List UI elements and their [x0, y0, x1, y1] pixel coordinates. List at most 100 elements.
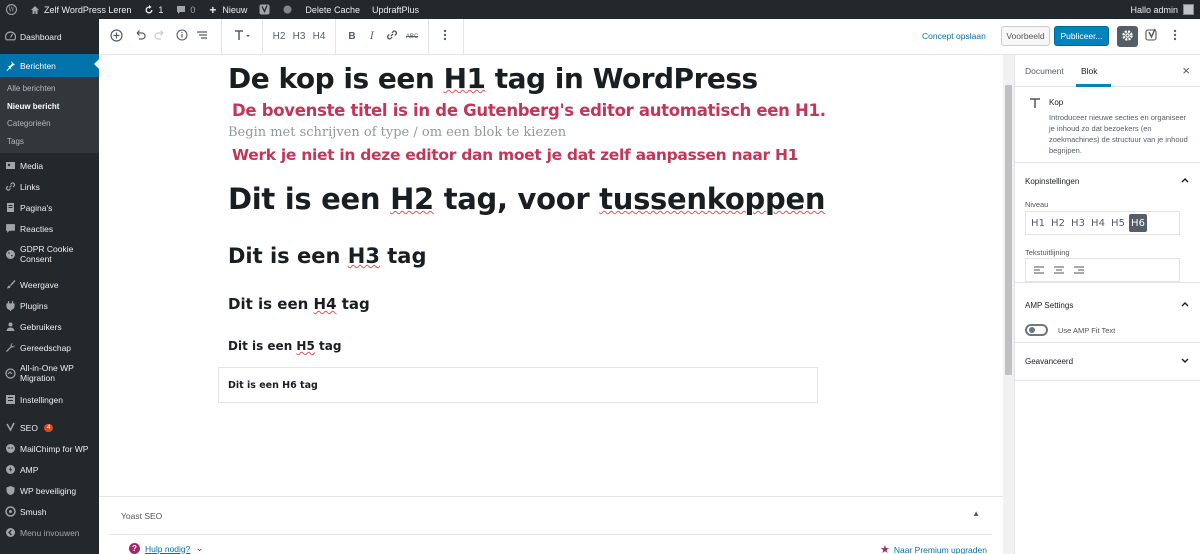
submenu-alle-berichten[interactable]: Alle berichten — [0, 80, 99, 98]
close-icon[interactable]: × — [1182, 63, 1190, 78]
menu-plugins[interactable]: Plugins — [0, 295, 99, 316]
premium-link[interactable]: ★ Naar Premium upgraden — [880, 543, 987, 554]
settings-button[interactable] — [1117, 26, 1138, 47]
post-title[interactable]: De kop is een H1 tag in WordPress — [228, 62, 758, 95]
menu-reacties[interactable]: Reacties — [0, 218, 99, 239]
tab-blok[interactable]: Blok — [1081, 66, 1098, 76]
level-h3-button[interactable]: H3 — [1069, 214, 1087, 232]
add-block-button[interactable] — [106, 25, 126, 49]
menu-label: Reacties — [20, 223, 54, 234]
submenu-categorieen[interactable]: Categorieën — [0, 115, 99, 133]
info-button[interactable] — [172, 25, 192, 49]
menu-paginas[interactable]: Pagina's — [0, 197, 99, 218]
submenu-nieuw-bericht[interactable]: Nieuw bericht — [0, 98, 99, 116]
publish-button[interactable]: Publiceer... — [1054, 26, 1109, 46]
h5-text-mark: H5 — [296, 339, 315, 353]
submenu-tags[interactable]: Tags — [0, 133, 99, 151]
status-dot[interactable] — [276, 0, 299, 19]
level-h2-button[interactable]: H2 — [1049, 214, 1067, 232]
level-h4-button[interactable]: H4 — [1089, 214, 1107, 232]
menu-dashboard[interactable]: Dashboard — [0, 26, 99, 47]
wp-logo-button[interactable]: W — [0, 0, 23, 19]
preview-button[interactable]: Voorbeeld — [1001, 26, 1050, 46]
menu-gdpr[interactable]: GDPR Cookie Consent — [0, 239, 99, 269]
menu-berichten[interactable]: Berichten — [0, 54, 99, 77]
menu-label: Instellingen — [20, 394, 64, 405]
comments-link[interactable]: 0 — [169, 0, 201, 19]
menu-mailchimp[interactable]: MailChimp for WP — [0, 438, 99, 459]
text-align-picker — [1025, 258, 1180, 282]
heading-h6[interactable]: Dit is een H6 tag — [228, 380, 318, 391]
menu-links[interactable]: Links — [0, 176, 99, 197]
new-content-link[interactable]: + Nieuw — [201, 0, 253, 19]
menu-weergave[interactable]: Weergave — [0, 274, 99, 295]
level-h1-button[interactable]: H1 — [1029, 214, 1047, 232]
menu-smush[interactable]: Smush — [0, 501, 99, 522]
wordpress-icon: W — [6, 4, 17, 15]
more-menu-button[interactable] — [1168, 26, 1182, 46]
heading-h5[interactable]: Dit is een H5 tag — [228, 339, 341, 353]
collapse-icon — [4, 527, 16, 539]
menu-collapse[interactable]: Menu invouwen — [0, 522, 99, 543]
updates-link[interactable]: 1 — [137, 0, 169, 19]
caret-up-icon: ▲ — [972, 509, 980, 518]
amp-fit-text-toggle[interactable] — [1025, 324, 1048, 336]
advanced-section: Geavanceerd — [1015, 343, 1200, 381]
heading-h4[interactable]: Dit is een H4 tag — [228, 295, 370, 313]
menu-all-in-one[interactable]: All-in-One WP Migration — [0, 358, 99, 388]
heading-h3[interactable]: Dit is een H3 tag — [228, 244, 427, 268]
site-name-link[interactable]: Zelf WordPress Leren — [23, 0, 137, 19]
level-h6-button[interactable]: H6 — [1129, 214, 1147, 232]
kopinstellingen-header[interactable]: Kopinstellingen — [1015, 163, 1200, 201]
redo-button[interactable] — [150, 25, 170, 49]
uitlijning-label: Tekstuitlijning — [1025, 248, 1070, 257]
menu-media[interactable]: Media — [0, 155, 99, 176]
yoast-metabox-header[interactable]: Yoast SEO ▲ — [109, 497, 992, 535]
toolbar-divider — [262, 18, 263, 55]
tab-document[interactable]: Document — [1025, 66, 1064, 76]
align-center-icon[interactable] — [1051, 262, 1067, 278]
menu-label: Weergave — [20, 279, 59, 290]
heading-h2[interactable]: Dit is een H2 tag, voor tussenkoppen — [228, 182, 825, 216]
menu-wp-beveiliging[interactable]: WP beveiliging — [0, 480, 99, 501]
menu-instellingen[interactable]: Instellingen — [0, 389, 99, 410]
undo-button[interactable] — [130, 25, 150, 49]
toolbar-divider — [428, 18, 429, 55]
scrollbar-thumb[interactable] — [1005, 85, 1012, 375]
align-left-icon[interactable] — [1031, 262, 1047, 278]
menu-amp[interactable]: AMP — [0, 459, 99, 480]
strikethrough-button[interactable]: ABC — [402, 25, 422, 49]
editor-scrollbar[interactable] — [1003, 55, 1014, 554]
menu-gebruikers[interactable]: Gebruikers — [0, 316, 99, 337]
block-type-button[interactable] — [230, 25, 256, 49]
help-link[interactable]: ? Hulp nodig? ⌄ — [129, 543, 204, 554]
heading-level-3-button[interactable]: H3 — [289, 25, 309, 49]
chevron-down-icon: ⌄ — [195, 543, 204, 554]
heading-level-4-button[interactable]: H4 — [309, 25, 329, 49]
yoast-toolbar-button[interactable] — [1143, 26, 1161, 46]
shield-icon — [4, 485, 16, 497]
link-button[interactable] — [382, 25, 402, 49]
save-draft-button[interactable]: Concept opslaan — [922, 31, 986, 41]
redo-icon — [154, 29, 166, 44]
menu-label: Pagina's — [20, 202, 53, 213]
align-right-icon[interactable] — [1071, 262, 1087, 278]
advanced-header[interactable]: Geavanceerd — [1015, 343, 1200, 381]
heading-level-2-button[interactable]: H2 — [269, 25, 289, 49]
block-placeholder[interactable]: Begin met schrijven of type / om een blo… — [228, 125, 566, 140]
delete-cache-link[interactable]: Delete Cache — [299, 0, 366, 19]
menu-seo[interactable]: SEO 4 — [0, 417, 99, 438]
more-options-button[interactable] — [435, 25, 455, 49]
yoast-adminbar-link[interactable] — [253, 0, 276, 19]
italic-button[interactable]: I — [362, 25, 382, 49]
yoast-icon — [4, 422, 16, 434]
level-h5-button[interactable]: H5 — [1109, 214, 1127, 232]
h5-text-b: tag — [314, 339, 342, 353]
amp-settings-header[interactable]: AMP Settings — [1015, 283, 1200, 321]
updraftplus-link[interactable]: UpdraftPlus — [366, 0, 425, 19]
block-navigation-button[interactable] — [192, 25, 212, 49]
bold-button[interactable]: B — [342, 25, 362, 49]
selected-block[interactable]: Dit is een H6 tag — [218, 367, 818, 403]
my-account-link[interactable]: Hallo admin — [1130, 4, 1200, 15]
menu-gereedschap[interactable]: Gereedschap — [0, 337, 99, 358]
